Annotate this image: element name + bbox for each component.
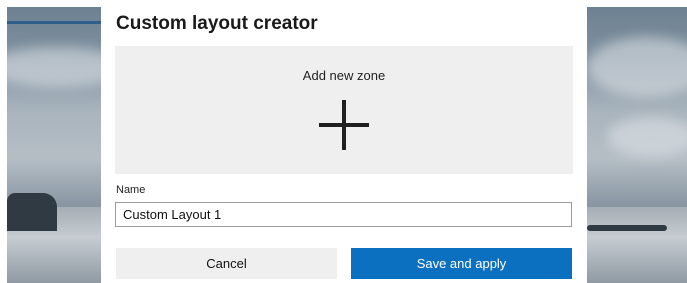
layout-name-input[interactable] [115,202,572,227]
custom-layout-dialog: Custom layout creator Add new zone Name … [101,0,587,283]
cloud [587,37,687,97]
add-zone-area[interactable]: Add new zone [115,46,573,174]
cloud [607,117,687,157]
save-and-apply-button[interactable]: Save and apply [351,248,572,279]
rock [587,225,667,231]
rock [7,193,57,231]
plus-icon[interactable] [319,100,369,150]
add-zone-label: Add new zone [302,68,386,83]
name-field-label: Name [116,184,146,196]
window-edge [7,21,102,24]
cancel-button[interactable]: Cancel [116,248,337,279]
dialog-title: Custom layout creator [116,13,318,34]
